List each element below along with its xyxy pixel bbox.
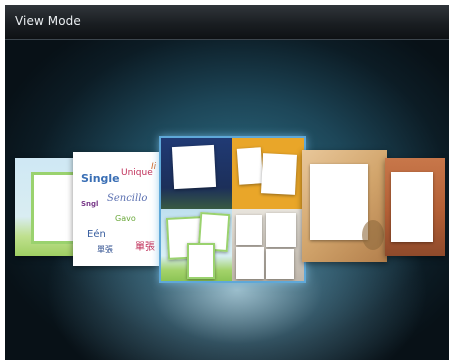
collage-word: Gavo — [115, 214, 136, 223]
photo-frame — [310, 164, 368, 240]
view-mode-screen: View Mode Single Unique Sencillo Eén Gav… — [5, 5, 449, 360]
photo-frame — [236, 247, 264, 279]
photo-frame — [236, 147, 264, 185]
template-carousel[interactable]: Single Unique Sencillo Eén Gavo 單張 單張 Sn… — [5, 40, 449, 360]
photo-frame — [236, 215, 262, 245]
collage-word: Unique — [121, 168, 153, 178]
collage-decor: Sngl — [81, 200, 99, 208]
collage-word: 單張 — [135, 242, 155, 253]
photo-frame — [266, 213, 296, 247]
photo-frame — [187, 243, 215, 279]
collage-word: Eén — [87, 229, 106, 240]
template-thumb-green — [161, 209, 232, 281]
template-thumb-orange — [232, 138, 304, 209]
collage-word: Single — [81, 172, 120, 185]
collage-word: 單張 — [97, 245, 113, 254]
decor-leaf — [362, 220, 384, 250]
template-thumb-gray — [232, 209, 304, 281]
template-card-1[interactable] — [15, 158, 81, 256]
photo-frame — [391, 172, 433, 242]
template-card-3-selected[interactable] — [159, 136, 306, 283]
template-thumb-night — [161, 138, 232, 209]
collage-decor: Ii — [151, 162, 157, 172]
template-card-2[interactable]: Single Unique Sencillo Eén Gavo 單張 單張 Sn… — [73, 152, 169, 266]
photo-frame — [260, 153, 298, 195]
title-bar: View Mode — [5, 5, 449, 40]
photo-frame — [171, 144, 217, 190]
template-card-5[interactable] — [385, 158, 445, 256]
page-title: View Mode — [15, 14, 81, 28]
template-card-4[interactable] — [302, 150, 387, 262]
photo-frame — [266, 249, 294, 279]
collage-word: Sencillo — [107, 193, 148, 204]
